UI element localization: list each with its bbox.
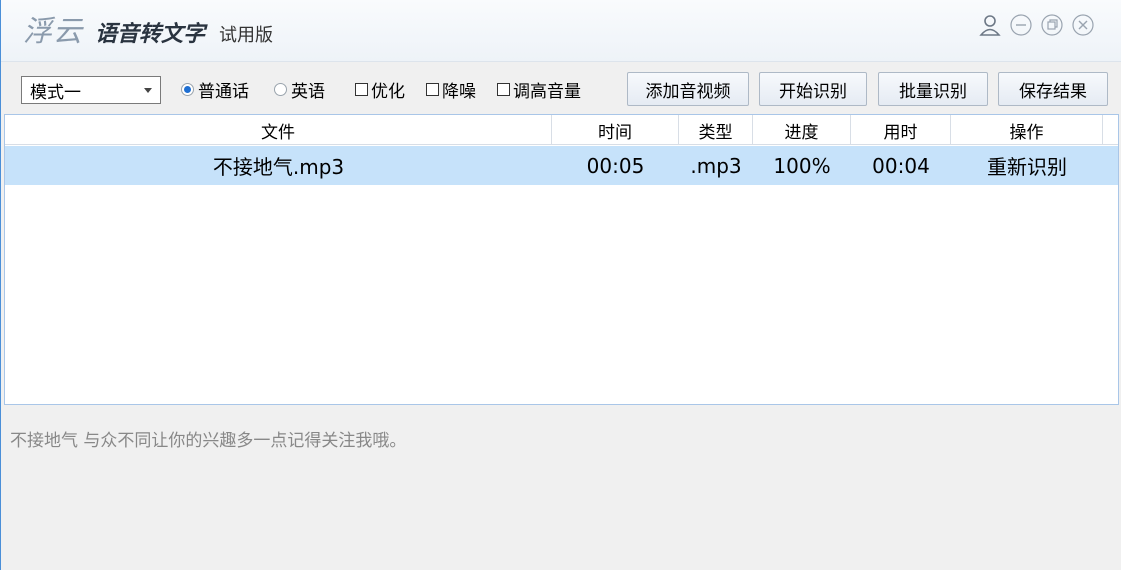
column-header-file[interactable]: 文件 (5, 115, 552, 145)
table-row[interactable]: 不接地气.mp3 00:05 .mp3 100% 00:04 重新识别 (5, 146, 1118, 185)
checkbox-icon (355, 82, 368, 96)
column-header-progress[interactable]: 进度 (753, 115, 851, 145)
save-result-button[interactable]: 保存结果 (998, 72, 1108, 106)
radio-mandarin-label: 普通话 (198, 81, 249, 102)
radio-english-label: 英语 (291, 81, 325, 102)
mode-select[interactable]: 模式一 (21, 76, 161, 104)
close-icon[interactable] (1070, 12, 1096, 38)
brand-logo: 浮云 (23, 14, 84, 48)
checkbox-icon (497, 82, 510, 96)
checkbox-volume-up[interactable]: 调高音量 (497, 78, 581, 102)
radio-icon (274, 82, 287, 96)
column-header-type[interactable]: 类型 (679, 115, 753, 145)
radio-mandarin[interactable]: 普通话 (181, 78, 249, 102)
result-text: 不接地气 与众不同让你的兴趣多一点记得关注我哦。 (10, 431, 407, 451)
result-text-area[interactable]: 不接地气 与众不同让你的兴趣多一点记得关注我哦。 (2, 406, 1121, 570)
app-window: 浮云 语音转文字 试用版 模式一 普通话 英语 优化 降噪 调高音量 添加音视频… (0, 0, 1121, 570)
cell-duration: 00:04 (872, 153, 930, 178)
column-header-time[interactable]: 时间 (552, 115, 679, 145)
app-name: 语音转文字 (95, 22, 206, 47)
checkbox-denoise[interactable]: 降噪 (426, 78, 476, 102)
batch-recognition-button[interactable]: 批量识别 (878, 72, 988, 106)
cell-progress: 100% (773, 153, 831, 178)
file-table: 文件 时间 类型 进度 用时 操作 不接地气.mp3 00:05 .mp3 10… (4, 114, 1119, 405)
checkbox-icon (426, 82, 439, 96)
start-recognition-button[interactable]: 开始识别 (759, 72, 867, 106)
toolbar: 模式一 普通话 英语 优化 降噪 调高音量 添加音视频 开始识别 批量识别 保存… (1, 62, 1121, 114)
table-header: 文件 时间 类型 进度 用时 操作 (5, 115, 1118, 145)
user-icon[interactable] (977, 12, 1003, 38)
checkbox-volume-up-label: 调高音量 (513, 81, 581, 102)
add-media-button[interactable]: 添加音视频 (627, 72, 749, 106)
minimize-icon[interactable] (1008, 12, 1034, 38)
column-header-duration[interactable]: 用时 (851, 115, 951, 145)
brand: 浮云 语音转文字 试用版 (23, 8, 273, 48)
chevron-down-icon (144, 88, 152, 93)
title-bar: 浮云 语音转文字 试用版 (1, 0, 1121, 62)
radio-selected-icon (181, 82, 194, 96)
radio-english[interactable]: 英语 (274, 78, 325, 102)
checkbox-denoise-label: 降噪 (442, 81, 476, 102)
cell-file: 不接地气.mp3 (212, 155, 345, 179)
cell-time: 00:05 (586, 153, 645, 178)
edition-label: 试用版 (219, 25, 274, 46)
re-recognize-link[interactable]: 重新识别 (951, 146, 1103, 185)
mode-select-value: 模式一 (30, 82, 81, 103)
restore-icon[interactable] (1039, 12, 1065, 38)
column-header-action[interactable]: 操作 (951, 115, 1103, 145)
checkbox-optimize-label: 优化 (371, 81, 405, 102)
window-controls (972, 12, 1096, 38)
checkbox-optimize[interactable]: 优化 (355, 78, 405, 102)
cell-type: .mp3 (690, 153, 742, 178)
